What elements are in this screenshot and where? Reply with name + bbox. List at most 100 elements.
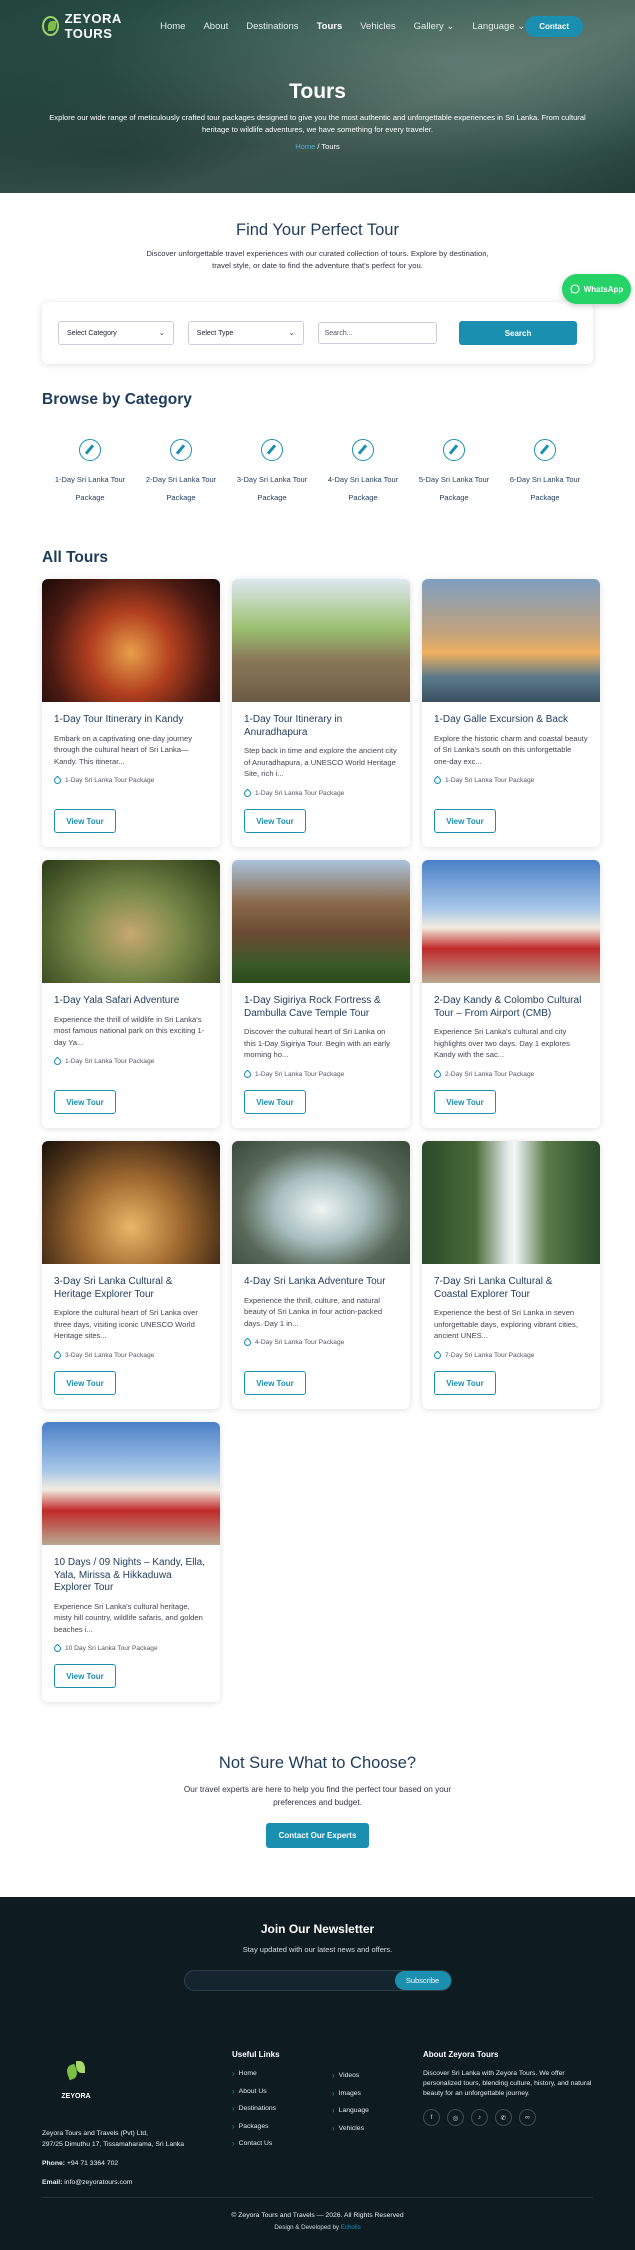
- compass-icon: [170, 439, 192, 461]
- instagram-icon[interactable]: ◎: [447, 2109, 464, 2126]
- category-item[interactable]: 3-Day Sri Lanka Tour Package: [230, 439, 314, 505]
- search-button[interactable]: Search: [459, 321, 577, 345]
- footer-link[interactable]: Destinations: [232, 2104, 280, 2113]
- footer-link[interactable]: Images: [332, 2089, 369, 2098]
- tag-icon: [242, 1069, 253, 1079]
- whatsapp-icon[interactable]: ✆: [495, 2109, 512, 2126]
- brand-logo[interactable]: ZEYORA TOURS: [42, 11, 150, 41]
- nav-home[interactable]: Home: [160, 21, 185, 32]
- tour-image: [42, 579, 220, 702]
- tour-image: [42, 1422, 220, 1545]
- top-nav: ZEYORA TOURS Home About Destinations Tou…: [0, 0, 635, 52]
- tour-title[interactable]: 4-Day Sri Lanka Adventure Tour: [244, 1276, 398, 1289]
- tag-icon: [242, 1337, 253, 1348]
- tour-description: Experience the thrill of wildlife in Sri…: [54, 1014, 205, 1047]
- nav-vehicles[interactable]: Vehicles: [360, 21, 395, 32]
- contact-experts-button[interactable]: Contact Our Experts: [265, 1823, 370, 1848]
- tour-card[interactable]: 4-Day Sri Lanka Adventure Tour Experienc…: [232, 1141, 410, 1409]
- footer-logo[interactable]: ZEYORA: [56, 2061, 96, 2100]
- tour-tag: 1-Day Sri Lanka Tour Package: [242, 788, 398, 798]
- email-value[interactable]: info@zeyoratours.com: [64, 2179, 132, 2186]
- tour-card[interactable]: 1-Day Tour Itinerary in Kandy Embark on …: [42, 579, 220, 847]
- cta-text: Our travel experts are here to help you …: [0, 1783, 635, 1809]
- view-tour-button[interactable]: View Tour: [244, 809, 306, 833]
- view-tour-button[interactable]: View Tour: [54, 809, 116, 833]
- tour-card[interactable]: 3-Day Sri Lanka Cultural & Heritage Expl…: [42, 1141, 220, 1409]
- footer-link[interactable]: Vehicles: [332, 2124, 369, 2133]
- category-item[interactable]: 2-Day Sri Lanka Tour Package: [139, 439, 223, 505]
- type-select[interactable]: Select Type ⌄: [187, 321, 304, 345]
- tour-description: Experience the thrill, culture, and natu…: [244, 1295, 383, 1328]
- tour-tag: 1-Day Sri Lanka Tour Package: [52, 775, 208, 786]
- tour-title[interactable]: 1-Day Sigiriya Rock Fortress & Dambulla …: [244, 995, 398, 1020]
- tour-title[interactable]: 2-Day Kandy & Colombo Cultural Tour – Fr…: [434, 995, 588, 1020]
- cta-section: Not Sure What to Choose? Our travel expe…: [0, 1754, 635, 1848]
- facebook-icon[interactable]: f: [423, 2109, 440, 2126]
- tour-card[interactable]: 2-Day Kandy & Colombo Cultural Tour – Fr…: [422, 860, 600, 1128]
- view-tour-button[interactable]: View Tour: [244, 1090, 306, 1114]
- footer-link[interactable]: Language: [332, 2106, 369, 2115]
- view-tour-button[interactable]: View Tour: [54, 1371, 116, 1395]
- tour-title[interactable]: 7-Day Sri Lanka Cultural & Coastal Explo…: [434, 1276, 588, 1301]
- category-item[interactable]: 4-Day Sri Lanka Tour Package: [321, 439, 405, 505]
- tour-card[interactable]: 10 Days / 09 Nights – Kandy, Ella, Yala,…: [42, 1422, 220, 1702]
- nav-gallery[interactable]: Gallery ⌄: [414, 21, 455, 32]
- copyright-text: © Zeyora Tours and Travels — 2026. All R…: [231, 2212, 404, 2219]
- category-list: 1-Day Sri Lanka Tour Package 2-Day Sri L…: [42, 439, 593, 505]
- tour-title[interactable]: 3-Day Sri Lanka Cultural & Heritage Expl…: [54, 1276, 208, 1301]
- footer-link[interactable]: Contact Us: [232, 2139, 280, 2148]
- phone-value[interactable]: +94 71 3364 702: [67, 2160, 118, 2167]
- footer-link[interactable]: Packages: [232, 2122, 280, 2131]
- nav-destinations[interactable]: Destinations: [246, 21, 298, 32]
- tour-image: [42, 1141, 220, 1264]
- view-tour-button[interactable]: View Tour: [434, 1090, 496, 1114]
- category-item[interactable]: 6-Day Sri Lanka Tour Package: [503, 439, 587, 505]
- breadcrumb-home[interactable]: Home: [295, 142, 315, 151]
- whatsapp-button[interactable]: WhatsApp: [562, 274, 631, 304]
- view-tour-button[interactable]: View Tour: [434, 1371, 496, 1395]
- newsletter-email-input[interactable]: [185, 1971, 395, 1990]
- tour-tag: 1-Day Sri Lanka Tour Package: [242, 1069, 398, 1079]
- tour-title[interactable]: 1-Day Galle Excursion & Back: [434, 714, 588, 727]
- view-tour-button[interactable]: View Tour: [244, 1371, 306, 1395]
- about-text: Discover Sri Lanka with Zeyora Tours. We…: [423, 2070, 592, 2097]
- tiktok-icon[interactable]: ♪: [471, 2109, 488, 2126]
- category-label: 2-Day Sri Lanka Tour Package: [145, 475, 217, 502]
- footer-bottom: © Zeyora Tours and Travels — 2026. All R…: [42, 2197, 593, 2231]
- tour-card[interactable]: 1-Day Yala Safari Adventure Experience t…: [42, 860, 220, 1128]
- tag-icon: [52, 1350, 63, 1360]
- page-title: Tours: [289, 80, 346, 103]
- subscribe-button[interactable]: Subscribe: [394, 1971, 451, 1990]
- tour-title[interactable]: 1-Day Tour Itinerary in Anuradhapura: [244, 714, 398, 739]
- tag-icon: [242, 788, 253, 798]
- tour-description: Experience the best of Sri Lanka in seve…: [434, 1308, 578, 1340]
- category-item[interactable]: 1-Day Sri Lanka Tour Package: [48, 439, 132, 505]
- designer-link[interactable]: Echolis: [341, 2224, 361, 2231]
- category-select[interactable]: Select Category ⌄: [58, 321, 174, 345]
- designer-credit: Design & Developed by Echolis: [42, 2224, 593, 2231]
- view-tour-button[interactable]: View Tour: [434, 809, 496, 833]
- footer-link[interactable]: Videos: [332, 2071, 369, 2080]
- footer-link[interactable]: About Us: [232, 2087, 280, 2096]
- tour-title[interactable]: 1-Day Tour Itinerary in Kandy: [54, 714, 208, 727]
- nav-about[interactable]: About: [203, 21, 228, 32]
- search-input[interactable]: Search...: [317, 322, 438, 344]
- cta-text-line1: Our travel experts are here to help you …: [183, 1785, 452, 1794]
- tour-title[interactable]: 1-Day Yala Safari Adventure: [54, 995, 208, 1008]
- tour-card[interactable]: 7-Day Sri Lanka Cultural & Coastal Explo…: [422, 1141, 600, 1409]
- nav-tours[interactable]: Tours: [317, 21, 343, 32]
- view-tour-button[interactable]: View Tour: [54, 1090, 116, 1114]
- tour-card[interactable]: 1-Day Sigiriya Rock Fortress & Dambulla …: [232, 860, 410, 1128]
- footer-link[interactable]: Home: [232, 2069, 280, 2078]
- find-text-line2: travel style, or date to find the advent…: [212, 261, 423, 270]
- category-item[interactable]: 5-Day Sri Lanka Tour Package: [412, 439, 496, 505]
- nav-language[interactable]: Language ⌄: [472, 21, 525, 32]
- hero-content: Tours Explore our wide range of meticulo…: [0, 80, 635, 151]
- tour-card[interactable]: 1-Day Tour Itinerary in Anuradhapura Ste…: [232, 579, 410, 847]
- view-tour-button[interactable]: View Tour: [54, 1664, 116, 1688]
- tour-card[interactable]: 1-Day Galle Excursion & Back Explore the…: [422, 579, 600, 847]
- tripadvisor-icon[interactable]: ∞: [519, 2109, 536, 2126]
- contact-button[interactable]: Contact: [525, 15, 583, 37]
- tour-title[interactable]: 10 Days / 09 Nights – Kandy, Ella, Yala,…: [54, 1557, 208, 1595]
- tour-tag-label: 7-Day Sri Lanka Tour Package: [445, 1351, 535, 1359]
